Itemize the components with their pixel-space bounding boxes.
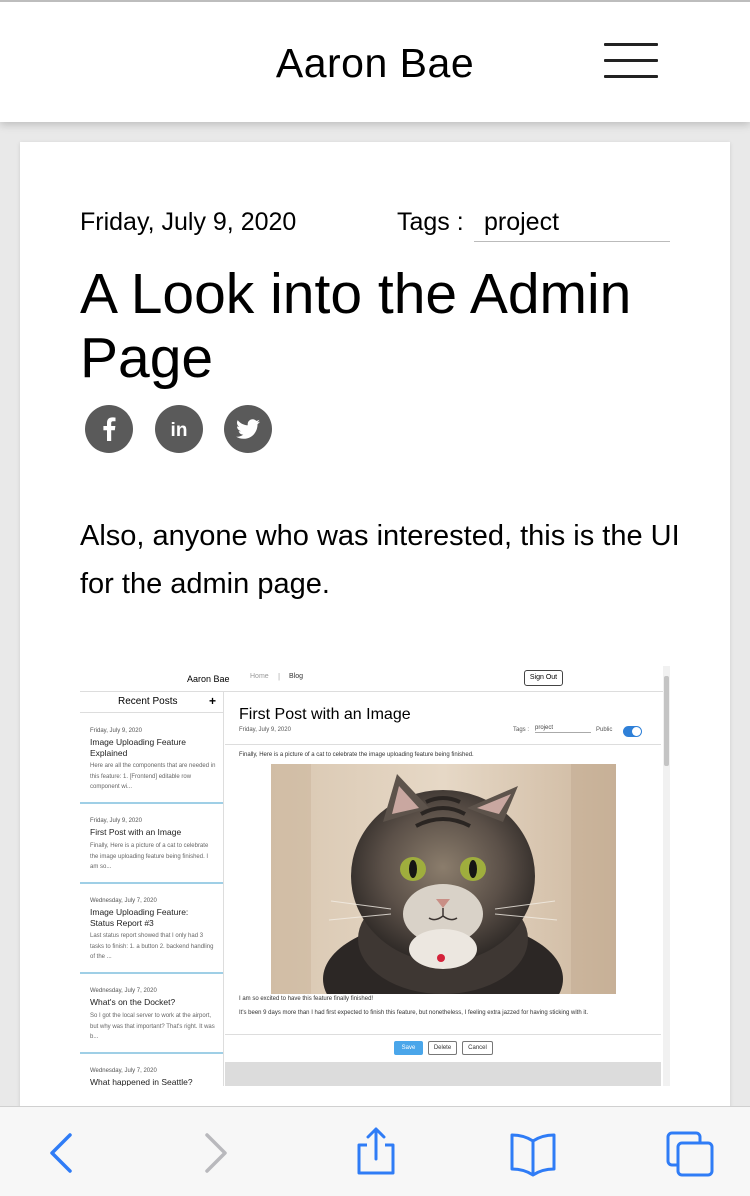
add-post-icon: + <box>209 694 217 708</box>
list-item-title: Image Uploading Feature: Status Report #… <box>90 907 189 928</box>
admin-nav-separator: | <box>278 672 281 681</box>
delete-button: Delete <box>428 1041 457 1055</box>
admin-navbar: Aaron Bae Home | Blog Sign Out <box>80 666 664 692</box>
list-item-date: Wednesday, July 7, 2020 <box>90 898 157 904</box>
admin-nav-home: Home <box>250 673 269 680</box>
tags-label: Tags : <box>397 208 464 236</box>
editor-line-1: I am so excited to have this feature fin… <box>239 996 374 1002</box>
twitter-icon[interactable] <box>224 405 272 453</box>
scrollbar <box>663 666 670 1086</box>
linkedin-icon[interactable]: in <box>155 405 203 453</box>
admin-sidebar: Recent Posts + Friday, July 9, 2020 Imag… <box>80 692 224 1086</box>
tag-field: project <box>474 208 670 242</box>
scrollbar-thumb <box>664 676 669 766</box>
post-date: Friday, July 9, 2020 <box>80 208 297 236</box>
admin-nav-blog: Blog <box>289 673 304 680</box>
admin-page-screenshot: Aaron Bae Home | Blog Sign Out Recent Po… <box>80 666 670 1086</box>
list-item-excerpt: Last status report showed that I only ha… <box>90 933 214 960</box>
list-item-date: Friday, July 9, 2020 <box>90 728 142 734</box>
editor-footer <box>225 1062 661 1086</box>
editor-date: Friday, July 9, 2020 <box>239 727 291 733</box>
browser-toolbar <box>0 1106 750 1196</box>
editor-tags-label: Tags : <box>513 727 530 733</box>
list-item-title: What's on the Docket? <box>90 997 176 1007</box>
cat-photo <box>271 764 616 994</box>
admin-editor: First Post with an Image Friday, July 9,… <box>225 692 661 1086</box>
list-item: Friday, July 9, 2020 First Post with an … <box>80 804 223 884</box>
tabs-icon[interactable] <box>650 1107 730 1196</box>
admin-brand: Aaron Bae <box>187 674 230 684</box>
editor-intro: Finally, Here is a picture of a cat to c… <box>239 752 474 758</box>
share-icon[interactable] <box>335 1107 415 1196</box>
list-item-date: Friday, July 9, 2020 <box>90 818 142 824</box>
facebook-icon[interactable] <box>85 405 133 453</box>
back-icon[interactable] <box>20 1107 100 1196</box>
list-item-title: Image Uploading Feature Explained <box>90 737 186 758</box>
admin-sign-out-button: Sign Out <box>524 670 563 686</box>
list-item-excerpt: So I got the local server to work at the… <box>90 1013 215 1040</box>
list-item-excerpt: Here are all the components that are nee… <box>90 763 216 790</box>
divider <box>225 1034 661 1035</box>
post-title: A Look into the Admin Page <box>80 262 632 390</box>
public-toggle <box>623 726 642 737</box>
divider <box>225 744 661 745</box>
post-card: Friday, July 9, 2020 Tags : project A Lo… <box>20 142 730 1142</box>
editor-tag-field: project <box>535 725 591 733</box>
editor-title: First Post with an Image <box>239 706 411 723</box>
site-header: Aaron Bae <box>0 0 750 122</box>
list-item-date: Wednesday, July 7, 2020 <box>90 988 157 994</box>
list-item: Friday, July 9, 2020 Image Uploading Fea… <box>80 714 223 804</box>
list-item-date: Wednesday, July 7, 2020 <box>90 1068 157 1074</box>
editor-line-2: It's been 9 days more than I had first e… <box>239 1010 589 1016</box>
svg-text:in: in <box>171 420 188 441</box>
list-item: Wednesday, July 7, 2020 What happened in… <box>80 1054 223 1086</box>
bookmarks-icon[interactable] <box>493 1107 573 1196</box>
recent-posts-header: Recent Posts + <box>80 692 223 713</box>
recent-posts-label: Recent Posts <box>118 696 178 707</box>
forward-icon[interactable] <box>177 1107 257 1196</box>
cancel-button: Cancel <box>462 1041 493 1055</box>
editor-public-label: Public <box>596 727 613 733</box>
save-button: Save <box>394 1041 423 1055</box>
list-item-title: What happened in Seattle? <box>90 1077 193 1086</box>
list-item: Wednesday, July 7, 2020 Image Uploading … <box>80 884 223 974</box>
hamburger-menu-icon[interactable] <box>604 43 658 79</box>
post-body: Also, anyone who was interested, this is… <box>80 520 680 600</box>
list-item-title: First Post with an Image <box>90 827 182 837</box>
list-item-excerpt: Finally, Here is a picture of a cat to c… <box>90 843 209 870</box>
list-item: Wednesday, July 7, 2020 What's on the Do… <box>80 974 223 1054</box>
